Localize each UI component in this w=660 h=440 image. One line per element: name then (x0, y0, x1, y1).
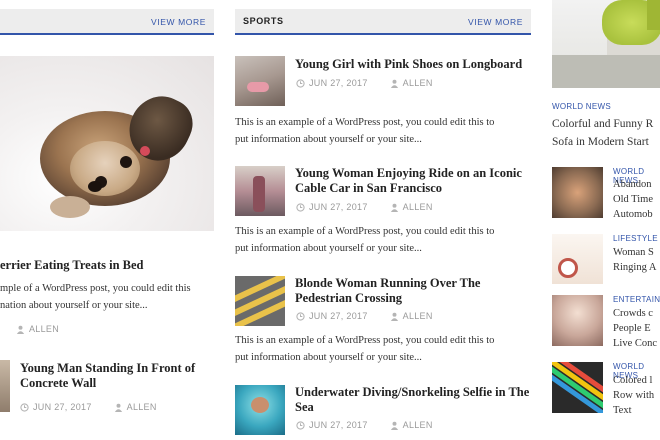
item-title-line-3[interactable]: Text (613, 404, 632, 418)
section-title: SPORTS (243, 16, 284, 26)
post-title[interactable]: Young Girl with Pink Shoes on Longboard (295, 57, 531, 72)
post-date: JUN 27, 2017 (309, 78, 368, 88)
author-name[interactable]: ALLEN (403, 78, 433, 88)
featured-title-line-1[interactable]: Colorful and Funny R (552, 115, 653, 133)
user-icon (390, 79, 398, 88)
item-title-line-3[interactable]: Live Conc (613, 337, 657, 351)
author-name[interactable]: ALLEN (29, 324, 59, 334)
featured-title-line-2[interactable]: Sofa in Modern Start (552, 133, 649, 151)
category-label[interactable]: LIFESTYLE (613, 234, 658, 243)
post-excerpt-line-2: put information about yourself or your s… (235, 352, 422, 363)
post-meta: JUN 27, 2017 ALLEN (296, 311, 433, 321)
alarm-clock-thumbnail[interactable] (552, 234, 603, 284)
item-title-line-2[interactable]: Old Time (613, 193, 653, 207)
author-name[interactable]: ALLEN (403, 420, 433, 430)
category-label[interactable]: ENTERTAINM (613, 295, 660, 304)
post-excerpt-line-2: put information about yourself or your s… (235, 243, 422, 254)
featured-post-title[interactable]: errier Eating Treats in Bed (0, 258, 144, 273)
item-title-line-1[interactable]: Colored l (613, 374, 652, 388)
clock-icon (20, 402, 29, 412)
pedestrian-crossing-thumbnail[interactable] (235, 276, 285, 326)
post-meta: JUN 27, 2017 ALLEN (296, 78, 433, 88)
post-date: JUN 27, 2017 (309, 202, 368, 212)
post-date: JUN 27, 2017 (309, 420, 368, 430)
user-icon (390, 203, 398, 212)
author-name[interactable]: ALLEN (403, 311, 433, 321)
user-icon (16, 325, 25, 334)
item-title-line-1[interactable]: Woman S (613, 246, 654, 260)
sports-column: SPORTS VIEW MORE Young Girl with Pink Sh… (235, 0, 531, 440)
sports-section-header: SPORTS VIEW MORE (235, 9, 531, 35)
clock-icon (296, 311, 305, 321)
post-meta: JUN 27, 2017 ALLEN (296, 420, 433, 430)
clock-icon (296, 202, 305, 212)
clock-icon (296, 420, 305, 430)
item-title-line-3[interactable]: Automob (613, 208, 653, 222)
post-date: JUN 27, 2017 (33, 402, 92, 412)
featured-meta: ALLEN (16, 324, 59, 334)
post-date: JUN 27, 2017 (309, 311, 368, 321)
left-view-more-link[interactable]: VIEW MORE (151, 17, 206, 27)
old-car-thumbnail[interactable] (552, 167, 603, 218)
featured-excerpt-line-2: nation about yourself or your site... (0, 300, 148, 311)
user-icon (390, 421, 398, 430)
post-title[interactable]: Young Man Standing In Front of Concrete … (20, 361, 210, 391)
author-name[interactable]: ALLEN (127, 402, 157, 412)
right-column: WORLD NEWS Colorful and Funny R Sofa in … (552, 0, 660, 440)
post-title[interactable]: Underwater Diving/Snorkeling Selfie in T… (295, 385, 531, 415)
concert-crowd-thumbnail[interactable] (552, 295, 603, 346)
post-meta: JUN 27, 2017 ALLEN (296, 202, 433, 212)
featured-dog-image[interactable] (0, 56, 214, 231)
colored-pencils-thumbnail[interactable] (552, 362, 603, 413)
post-title[interactable]: Blonde Woman Running Over The Pedestrian… (295, 276, 531, 306)
left-column: VIEW MORE errier Eating Treats in Bed mp… (0, 0, 214, 440)
item-title-line-1[interactable]: Crowds c (613, 307, 653, 321)
post-excerpt-line-1: This is an example of a WordPress post, … (235, 117, 495, 128)
category-label[interactable]: WORLD NEWS (552, 102, 611, 111)
concrete-wall-thumbnail[interactable] (0, 360, 10, 412)
post-excerpt-line-2: put information about yourself or your s… (235, 134, 422, 145)
post-title[interactable]: Young Woman Enjoying Ride on an Iconic C… (295, 166, 531, 196)
item-title-line-1[interactable]: Abandon (613, 178, 652, 192)
left-section-header: VIEW MORE (0, 9, 214, 35)
user-icon (390, 312, 398, 321)
post-excerpt-line-1: This is an example of a WordPress post, … (235, 226, 495, 237)
item-title-line-2[interactable]: Ringing A (613, 261, 656, 275)
featured-excerpt-line-1: mple of a WordPress post, you could edit… (0, 283, 191, 294)
sofa-featured-image[interactable] (552, 0, 660, 88)
item-title-line-2[interactable]: Row with (613, 389, 654, 403)
cable-car-thumbnail[interactable] (235, 166, 285, 216)
author-name[interactable]: ALLEN (403, 202, 433, 212)
post-meta: JUN 27, 2017 ALLEN (20, 402, 157, 412)
longboard-thumbnail[interactable] (235, 56, 285, 106)
snorkeling-thumbnail[interactable] (235, 385, 285, 435)
clock-icon (296, 78, 305, 88)
post-excerpt-line-1: This is an example of a WordPress post, … (235, 335, 495, 346)
user-icon (114, 403, 122, 412)
item-title-line-2[interactable]: People E (613, 322, 651, 336)
sports-view-more-link[interactable]: VIEW MORE (468, 17, 523, 27)
